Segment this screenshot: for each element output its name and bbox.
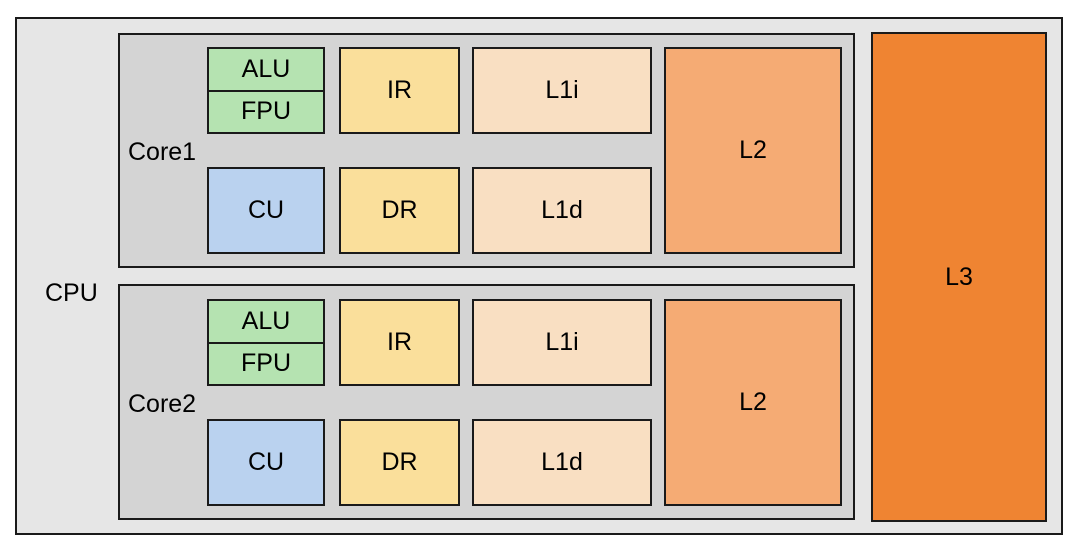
core2-label: Core2 [128,390,197,418]
core1-l2-cache-block: L2 [664,47,842,254]
core1-cu-block: CU [207,167,325,254]
cpu-label: CPU [45,279,98,307]
core1-ir-block: IR [339,47,460,134]
cpu-architecture-diagram: CPU Core1 ALU FPU CU IR DR L1i L1d L2 Co… [0,0,1080,556]
core1-alu-fpu-group: ALU FPU [207,47,325,134]
core2-l1i-cache-block: L1i [472,299,652,386]
core2-fpu-block: FPU [241,349,291,378]
core2-l2-cache-block: L2 [664,299,842,506]
core2-alu-fpu-group: ALU FPU [207,299,325,386]
core2-ir-block: IR [339,299,460,386]
core2-alu-block: ALU [209,301,323,344]
core1-alu-block: ALU [209,49,323,92]
core1-label: Core1 [128,138,197,166]
core1-l1d-cache-block: L1d [472,167,652,254]
core2-l1d-cache-block: L1d [472,419,652,506]
core1-fpu-block: FPU [241,97,291,126]
l3-cache-block: L3 [871,32,1047,522]
core1-dr-block: DR [339,167,460,254]
core2-dr-block: DR [339,419,460,506]
core2-cu-block: CU [207,419,325,506]
core1-l1i-cache-block: L1i [472,47,652,134]
